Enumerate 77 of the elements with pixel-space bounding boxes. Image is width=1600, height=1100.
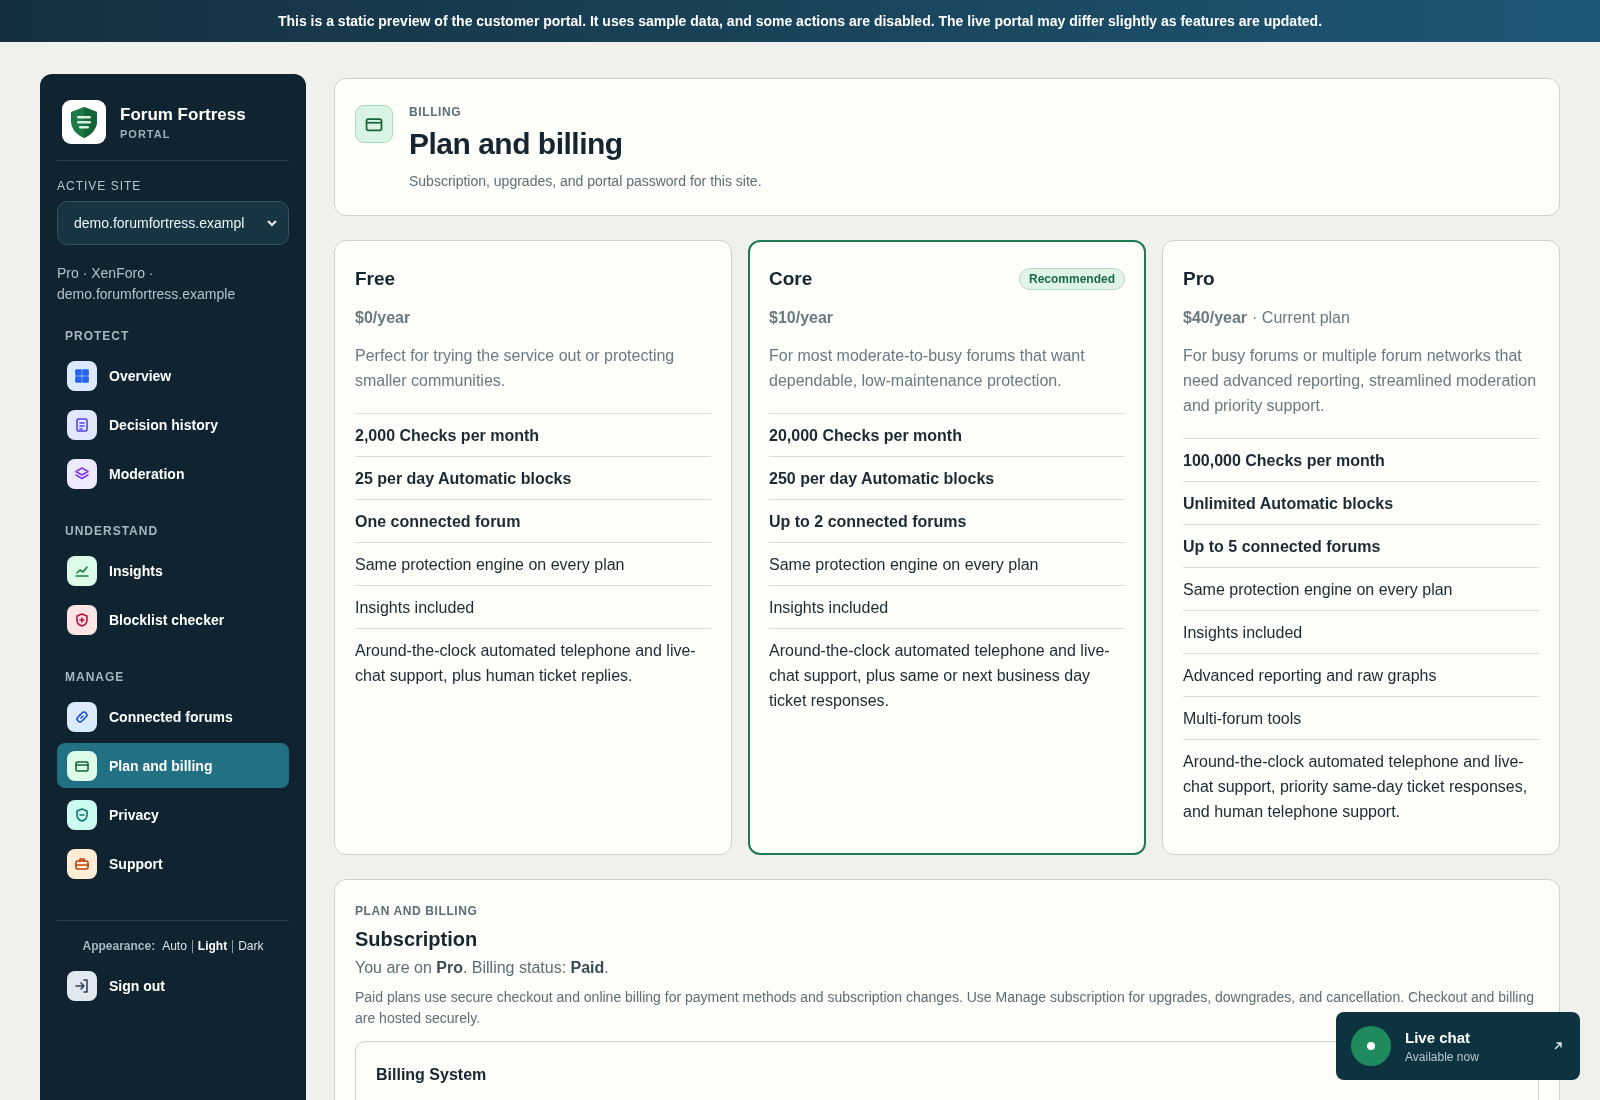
plan-feature: Same protection engine on every plan	[355, 542, 711, 585]
nav-item[interactable]: Decision history	[57, 402, 289, 447]
online-dot-icon	[1351, 1026, 1391, 1066]
recommended-badge: Recommended	[1018, 268, 1125, 290]
plan-feature: Up to 2 connected forums	[769, 499, 1125, 542]
plan-feature: Around-the-clock automated telephone and live-chat support, plus same or next business day ticket responses.	[769, 628, 1125, 721]
plan-price: $0/year	[355, 309, 411, 326]
nav-section-title: PROTECT	[65, 329, 131, 343]
nav-section-title: UNDERSTAND	[65, 524, 160, 538]
plan-feature: Unlimited Automatic blocks	[1183, 481, 1539, 524]
plan-feature: Multi-forum tools	[1183, 696, 1539, 739]
chevron-down-icon	[266, 219, 278, 227]
sign-out-button[interactable]: Sign out	[57, 963, 289, 1008]
layers-icon	[67, 458, 97, 489]
card-icon	[67, 750, 97, 781]
page-eyebrow: BILLING	[409, 105, 463, 119]
link-icon	[67, 701, 97, 732]
plan-feature: Insights included	[1183, 610, 1539, 653]
nav-item[interactable]: Moderation	[57, 451, 289, 496]
card-icon	[355, 105, 393, 143]
shield-plus-icon	[67, 604, 97, 635]
billing-status: You are on Pro. Billing status: Paid.	[355, 959, 610, 977]
active-site-label: ACTIVE SITE	[57, 179, 143, 193]
document-icon	[67, 409, 97, 440]
appearance-option[interactable]: Auto	[162, 939, 187, 953]
grid-icon	[67, 360, 97, 391]
brand-name: Forum Fortress	[120, 104, 246, 125]
plan-feature: 2,000 Checks per month	[355, 413, 711, 456]
page-title: Plan and billing	[409, 127, 624, 161]
plan-feature: Same protection engine on every plan	[1183, 567, 1539, 610]
nav-item[interactable]: Blocklist checker	[57, 597, 289, 642]
nav-item[interactable]: Support	[57, 841, 289, 886]
nav-item[interactable]: Overview	[57, 353, 289, 398]
external-arrow-icon	[1552, 1040, 1564, 1052]
page-subtitle: Subscription, upgrades, and portal password for this site.	[409, 173, 762, 189]
nav-item[interactable]: Connected forums	[57, 694, 289, 739]
plan-feature: Advanced reporting and raw graphs	[1183, 653, 1539, 696]
section-eyebrow: PLAN AND BILLING	[355, 904, 479, 918]
plan-name: Free	[355, 268, 396, 290]
plan-feature: 100,000 Checks per month	[1183, 438, 1539, 481]
nav-section-title: MANAGE	[65, 670, 126, 684]
plan-feature: Around-the-clock automated telephone and live-chat support, plus human ticket replies.	[355, 628, 711, 696]
plan-description: For most moderate-to-busy forums that want dependable, low-maintenance protection.	[769, 346, 1086, 391]
shield-icon	[67, 799, 97, 830]
shield-logo-icon	[62, 100, 106, 144]
plan-description: Perfect for trying the service out or protecting smaller communities.	[355, 346, 676, 391]
plan-feature: One connected forum	[355, 499, 711, 542]
plan-name: Pro	[1183, 268, 1215, 290]
plan-price: $10/year	[769, 309, 834, 326]
live-chat-button[interactable]: Live chat Available now	[1336, 1012, 1580, 1080]
plan-feature: 20,000 Checks per month	[769, 413, 1125, 456]
site-select[interactable]: demo.forumfortress.exampl	[57, 201, 289, 245]
chart-icon	[67, 555, 97, 586]
plan-feature: Around-the-clock automated telephone and live-chat support, priority same-day ticket responses, and human telephone support.	[1183, 739, 1539, 832]
plan-name: Core	[769, 268, 813, 290]
plan-feature: Insights included	[355, 585, 711, 628]
plan-status: · Current plan	[1252, 309, 1350, 326]
appearance-label: Appearance:	[82, 939, 156, 953]
plan-price: $40/year	[1183, 309, 1248, 326]
plan-feature: Same protection engine on every plan	[769, 542, 1125, 585]
briefcase-icon	[67, 848, 97, 879]
site-meta: Pro · XenForo · demo.forumfortress.example	[57, 264, 237, 304]
plan-feature: Insights included	[769, 585, 1125, 628]
sign-in-arrow-icon	[67, 970, 97, 1001]
plan-description: For busy forums or multiple forum networks that need advanced reporting, streamlined moderation and priority support.	[1183, 346, 1538, 416]
nav-item[interactable]: Privacy	[57, 792, 289, 837]
nav-item[interactable]: Insights	[57, 548, 289, 593]
preview-banner: This is a static preview of the customer portal. It uses sample data, and some actions are disabled. The live portal may differ slightly as features are updated.	[0, 0, 1600, 42]
plan-feature: 25 per day Automatic blocks	[355, 456, 711, 499]
plan-feature: 250 per day Automatic blocks	[769, 456, 1125, 499]
section-title: Subscription	[355, 928, 479, 951]
plan-feature: Up to 5 connected forums	[1183, 524, 1539, 567]
nav-item[interactable]: Plan and billing	[57, 743, 289, 788]
appearance-option[interactable]: Dark	[238, 939, 264, 953]
appearance-option[interactable]: Light	[197, 939, 228, 953]
brand-tagline: PORTAL	[120, 127, 172, 140]
panel-title: Billing System	[376, 1066, 487, 1084]
